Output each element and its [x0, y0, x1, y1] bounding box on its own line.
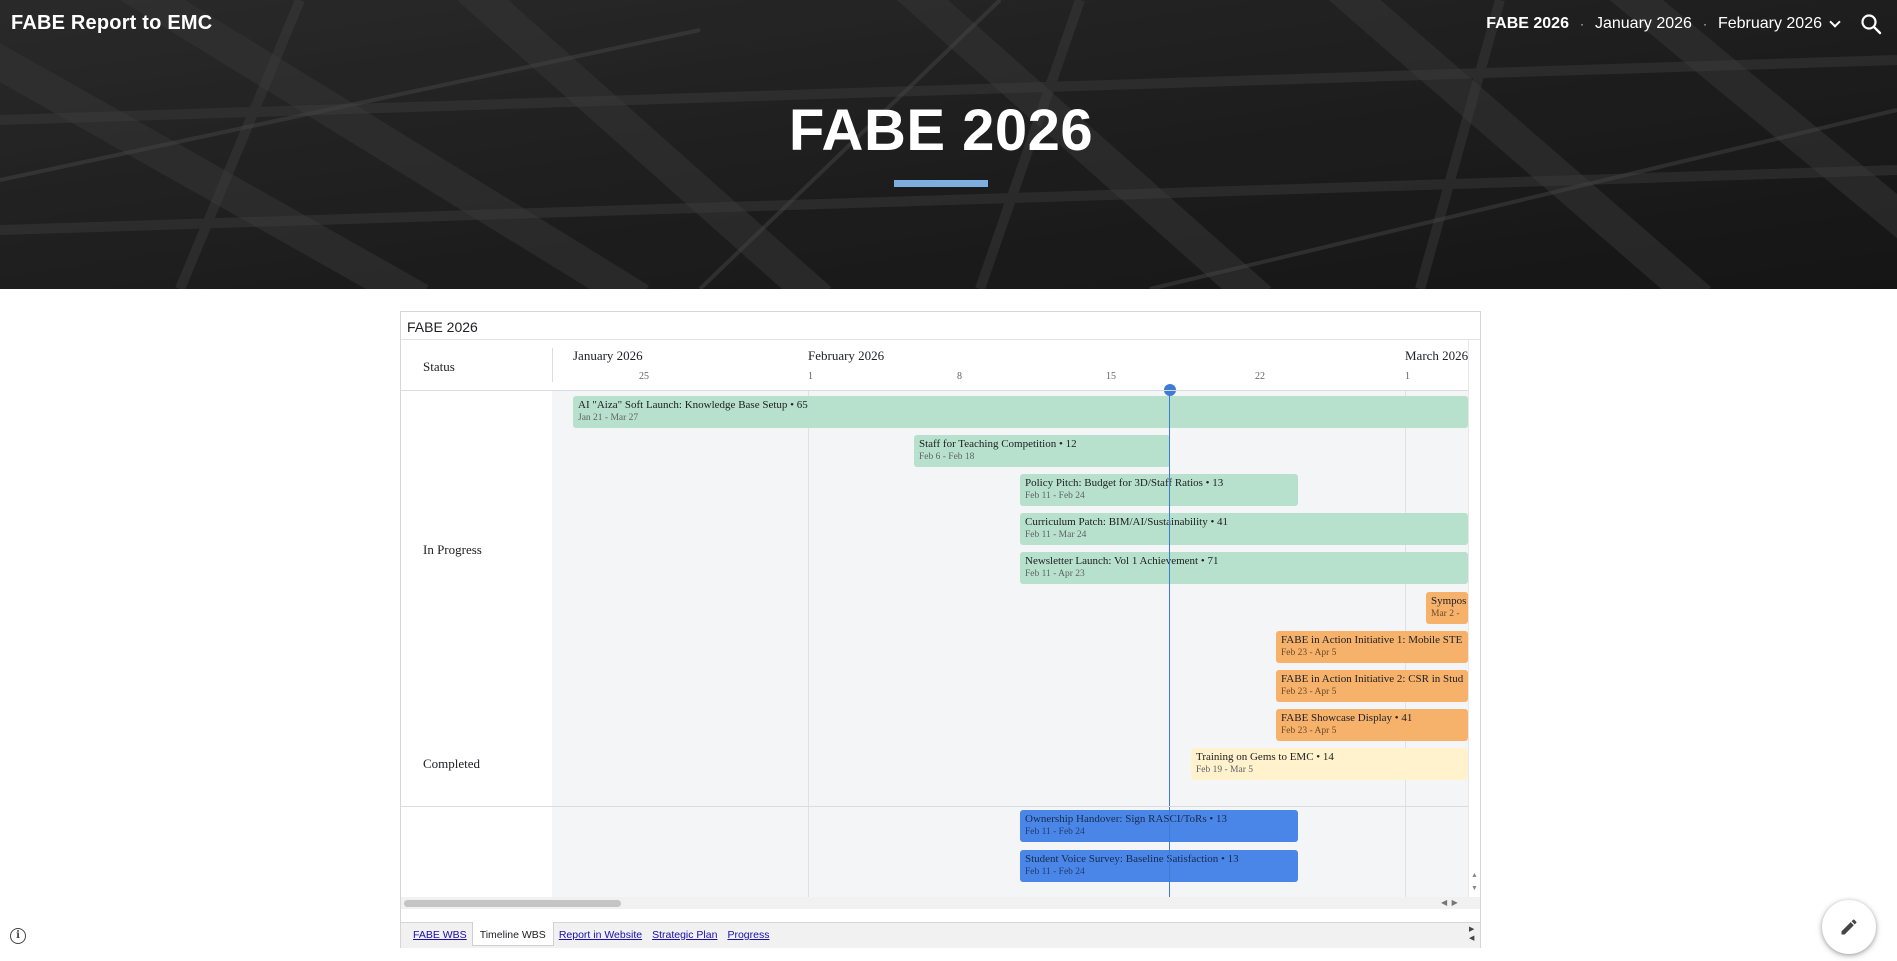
task-bar[interactable]: Newsletter Launch: Vol 1 Achievement • 7…	[1020, 552, 1468, 584]
hero-banner: FABE Report to EMC FABE 2026 · January 2…	[0, 0, 1897, 289]
lane-completed	[552, 807, 1468, 897]
tick-label: 25	[639, 371, 649, 382]
tick-label: 15	[1106, 371, 1116, 382]
group-label-in-progress: In Progress	[423, 542, 482, 557]
task-bar[interactable]: Staff for Teaching Competition • 12 Feb …	[914, 435, 1170, 467]
task-bar[interactable]: FABE Showcase Display • 41 Feb 23 - Apr …	[1276, 709, 1468, 741]
task-bar[interactable]: Policy Pitch: Budget for 3D/Staff Ratios…	[1020, 474, 1298, 506]
task-title: AI "Aiza" Soft Launch: Knowledge Base Se…	[578, 399, 808, 411]
nav-separator: ·	[1579, 17, 1584, 31]
task-title: Student Voice Survey: Baseline Satisfact…	[1025, 853, 1239, 865]
month-label-february-2026: February 2026	[808, 348, 885, 363]
tab-strategic-plan[interactable]: Strategic Plan	[647, 923, 722, 947]
task-bar[interactable]: Curriculum Patch: BIM/AI/Sustainability …	[1020, 513, 1468, 545]
task-title: Staff for Teaching Competition • 12	[919, 438, 1077, 450]
sheet-tab-bar: FABE WBS Timeline WBS Report in Website …	[401, 922, 1480, 948]
scroll-left-right-icon[interactable]: ◀ ▶	[1441, 898, 1458, 907]
task-dates: Feb 23 - Apr 5	[1281, 687, 1337, 697]
tab-progress[interactable]: Progress	[722, 923, 774, 947]
gridline	[808, 391, 809, 897]
embedded-sheet: FABE 2026 Status In Progress Completed J…	[400, 311, 1481, 948]
chevron-down-icon[interactable]	[1829, 15, 1841, 28]
task-title: FABE Showcase Display • 41	[1281, 712, 1413, 724]
nav-link-february-2026[interactable]: February 2026	[1718, 15, 1822, 33]
scroll-thumb[interactable]	[404, 900, 621, 907]
task-bar[interactable]: AI "Aiza" Soft Launch: Knowledge Base Se…	[573, 396, 1468, 428]
tab-fabe-wbs[interactable]: FABE WBS	[408, 923, 472, 947]
group-column-header: Status	[423, 359, 455, 374]
divider	[401, 806, 1468, 807]
task-title: Curriculum Patch: BIM/AI/Sustainability …	[1025, 516, 1229, 528]
tick-label: 8	[957, 371, 962, 382]
tab-scroll-icon[interactable]: ▶ ◀	[1469, 925, 1474, 943]
task-bar[interactable]: Training on Gems to EMC • 14 Feb 19 - Ma…	[1191, 748, 1468, 780]
task-dates: Feb 11 - Feb 24	[1025, 827, 1085, 837]
title-underline	[894, 180, 988, 187]
timeline-view: Status In Progress Completed January 202…	[401, 340, 1468, 897]
site-title[interactable]: FABE Report to EMC	[11, 12, 212, 35]
task-dates: Feb 23 - Apr 5	[1281, 648, 1337, 658]
tab-timeline-wbs[interactable]: Timeline WBS	[471, 922, 554, 946]
nav-link-fabe-2026[interactable]: FABE 2026	[1486, 15, 1569, 33]
divider	[401, 390, 1468, 391]
task-dates: Feb 23 - Apr 5	[1281, 726, 1337, 736]
task-title: FABE in Action Initiative 1: Mobile STE	[1281, 634, 1463, 646]
group-label-completed: Completed	[423, 756, 481, 771]
nav-separator: ·	[1702, 17, 1707, 31]
search-icon[interactable]	[1859, 12, 1883, 36]
info-icon[interactable]: i	[10, 928, 26, 944]
tab-report-in-website[interactable]: Report in Website	[554, 923, 647, 947]
month-label-january-2026: January 2026	[573, 348, 643, 363]
scroll-down-icon[interactable]: ▼	[1471, 885, 1478, 892]
tick-label: 1	[1405, 371, 1410, 382]
task-dates: Feb 19 - Mar 5	[1196, 765, 1253, 775]
top-navigation: FABE 2026 · January 2026 · February 2026	[1486, 15, 1841, 33]
vertical-scrollbar[interactable]: ▲ ▼	[1468, 340, 1480, 897]
today-marker-line	[1169, 390, 1170, 897]
horizontal-scrollbar[interactable]: ◀ ▶	[401, 897, 1480, 909]
page-title: FABE 2026	[788, 98, 1094, 163]
pencil-icon	[1841, 919, 1857, 935]
task-title: Policy Pitch: Budget for 3D/Staff Ratios…	[1025, 477, 1224, 489]
task-dates: Feb 11 - Apr 23	[1025, 569, 1085, 579]
task-dates: Feb 11 - Feb 24	[1025, 491, 1085, 501]
task-title: Newsletter Launch: Vol 1 Achievement • 7…	[1025, 555, 1219, 567]
scroll-up-icon[interactable]: ▲	[1471, 872, 1478, 879]
task-bar[interactable]: Sympos Mar 2 -	[1426, 592, 1468, 624]
task-dates: Mar 2 -	[1431, 609, 1460, 619]
timeline-chart-area: January 2026 February 2026 March 2026 25…	[552, 340, 1468, 897]
task-dates: Feb 11 - Feb 24	[1025, 867, 1085, 877]
task-title: Ownership Handover: Sign RASCI/ToRs • 13	[1025, 813, 1227, 825]
tick-label: 1	[808, 371, 813, 382]
task-title: FABE in Action Initiative 2: CSR in Stud	[1281, 673, 1464, 685]
task-title: Sympos	[1431, 595, 1467, 607]
task-dates: Feb 11 - Mar 24	[1025, 530, 1087, 540]
sheet-title: FABE 2026	[407, 319, 478, 335]
task-title: Training on Gems to EMC • 14	[1196, 751, 1334, 763]
task-bar[interactable]: Student Voice Survey: Baseline Satisfact…	[1020, 850, 1298, 882]
edit-button[interactable]	[1822, 900, 1876, 954]
month-label-march-2026: March 2026	[1405, 348, 1468, 363]
tick-label: 22	[1255, 371, 1265, 382]
task-dates: Jan 21 - Mar 27	[578, 413, 639, 423]
task-bar[interactable]: FABE in Action Initiative 1: Mobile STE …	[1276, 631, 1468, 663]
nav-link-january-2026[interactable]: January 2026	[1595, 15, 1692, 33]
task-bar[interactable]: Ownership Handover: Sign RASCI/ToRs • 13…	[1020, 810, 1298, 842]
task-dates: Feb 6 - Feb 18	[919, 452, 975, 462]
task-bar[interactable]: FABE in Action Initiative 2: CSR in Stud…	[1276, 670, 1468, 702]
